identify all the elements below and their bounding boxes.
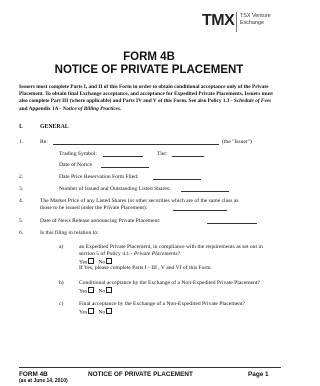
- tier-label: Tier:: [157, 151, 168, 157]
- logo-divider: [236, 12, 237, 32]
- form-title: FORM 4B: [123, 51, 175, 63]
- intro-part2: and Appendix 1A -: [19, 105, 63, 112]
- option-a-line2-pre: section 5 of Policy 4.1 -: [79, 251, 134, 257]
- item-1-number: 1.: [19, 139, 24, 145]
- logo-line2: Exchange: [240, 20, 264, 26]
- option-c-line1: Final acceptance by the Exchange of a No…: [79, 301, 246, 307]
- option-a-line2-post: ?: [177, 251, 180, 257]
- intro-part3: .: [120, 105, 122, 112]
- option-b-yesno: Yes No: [79, 287, 113, 296]
- option-a-note: If Yes, please complete Parts I - III , …: [79, 265, 212, 271]
- item-4-line2: those to be issued under the Private Pla…: [40, 205, 148, 211]
- trading-symbol-label: Trading Symbol:: [59, 151, 97, 157]
- footer-page: Page 1: [248, 371, 269, 378]
- intro-italic1: Schedule of Fees: [233, 98, 272, 105]
- item-4-line1: The Market Price of any Listed Shares (o…: [40, 198, 239, 204]
- option-c-no-checkbox[interactable]: [106, 308, 113, 314]
- item-4-number: 4.: [19, 198, 24, 204]
- yes-label: Yes: [79, 288, 88, 295]
- item-1-suffix: (the "Issuer"): [222, 139, 252, 145]
- option-c-yesno: Yes No: [79, 308, 113, 317]
- item-6-number: 6.: [19, 230, 24, 236]
- section-label: GENERAL: [40, 124, 69, 130]
- no-label: No: [98, 288, 106, 295]
- item-2-label: Date Price Reservation Form Filed:: [59, 174, 139, 180]
- option-c-yes-checkbox[interactable]: [88, 308, 95, 314]
- logo-line1: TSX Venture: [240, 13, 271, 19]
- no-label: No: [98, 309, 106, 316]
- option-b-no-checkbox[interactable]: [106, 287, 113, 293]
- trading-symbol-field[interactable]: [103, 151, 143, 157]
- option-b-yes-checkbox[interactable]: [88, 287, 95, 293]
- price-reservation-date-field[interactable]: [153, 174, 201, 180]
- option-c-letter: c): [59, 301, 64, 307]
- intro-paragraph: Issuers must complete Parts I, and II of…: [19, 84, 281, 113]
- option-b-letter: b): [59, 280, 64, 286]
- option-a-no-checkbox[interactable]: [106, 258, 113, 264]
- option-a-line2: section 5 of Policy 4.1 - Private Placem…: [79, 251, 180, 258]
- footer-form-name: FORM 4B: [19, 371, 48, 378]
- issuer-name-field[interactable]: [53, 139, 219, 145]
- option-a-letter: a): [59, 244, 64, 250]
- date-of-notice-field[interactable]: [101, 162, 149, 168]
- issued-shares-field[interactable]: [181, 186, 229, 192]
- item-5-label: Date of News Release announcing Private …: [40, 218, 161, 224]
- form-subtitle: NOTICE OF PRIVATE PLACEMENT: [54, 64, 244, 76]
- footer-date: (as at June 14, 2010): [19, 378, 68, 384]
- item-2-number: 2.: [19, 174, 24, 180]
- tmx-logo: TMX TSX Venture Exchange: [202, 10, 286, 36]
- date-of-notice-label: Date of Notice: [59, 162, 92, 168]
- logo-mark: TMX: [202, 12, 235, 29]
- option-b-line1: Conditional acceptance by the Exchange o…: [79, 280, 260, 286]
- item-1-label: Re:: [40, 139, 48, 145]
- footer-rule: [19, 367, 281, 368]
- form-page: TMX TSX Venture Exchange FORM 4B NOTICE …: [0, 0, 298, 386]
- news-release-date-field[interactable]: [207, 218, 257, 224]
- item-3-number: 3.: [19, 186, 24, 192]
- item-6-label: Is this filing in relation to:: [40, 230, 99, 236]
- item-3-label: Number of Issued and Outstanding Listed …: [59, 186, 171, 192]
- item-5-number: 5.: [19, 218, 24, 224]
- option-a-yes-checkbox[interactable]: [88, 258, 95, 264]
- tier-field[interactable]: [172, 151, 204, 157]
- option-a-line1: an Expedited Private Placement, in compl…: [79, 244, 263, 250]
- option-a-line2-italic: Private Placements: [133, 251, 178, 257]
- logo-text: TSX Venture Exchange: [240, 13, 286, 27]
- intro-italic2: Notice of Billing Practices: [62, 105, 121, 112]
- footer-title: NOTICE OF PRIVATE PLACEMENT: [88, 371, 193, 378]
- market-price-field[interactable]: [173, 205, 227, 211]
- yes-label: Yes: [79, 309, 88, 316]
- section-number: I.: [19, 124, 23, 130]
